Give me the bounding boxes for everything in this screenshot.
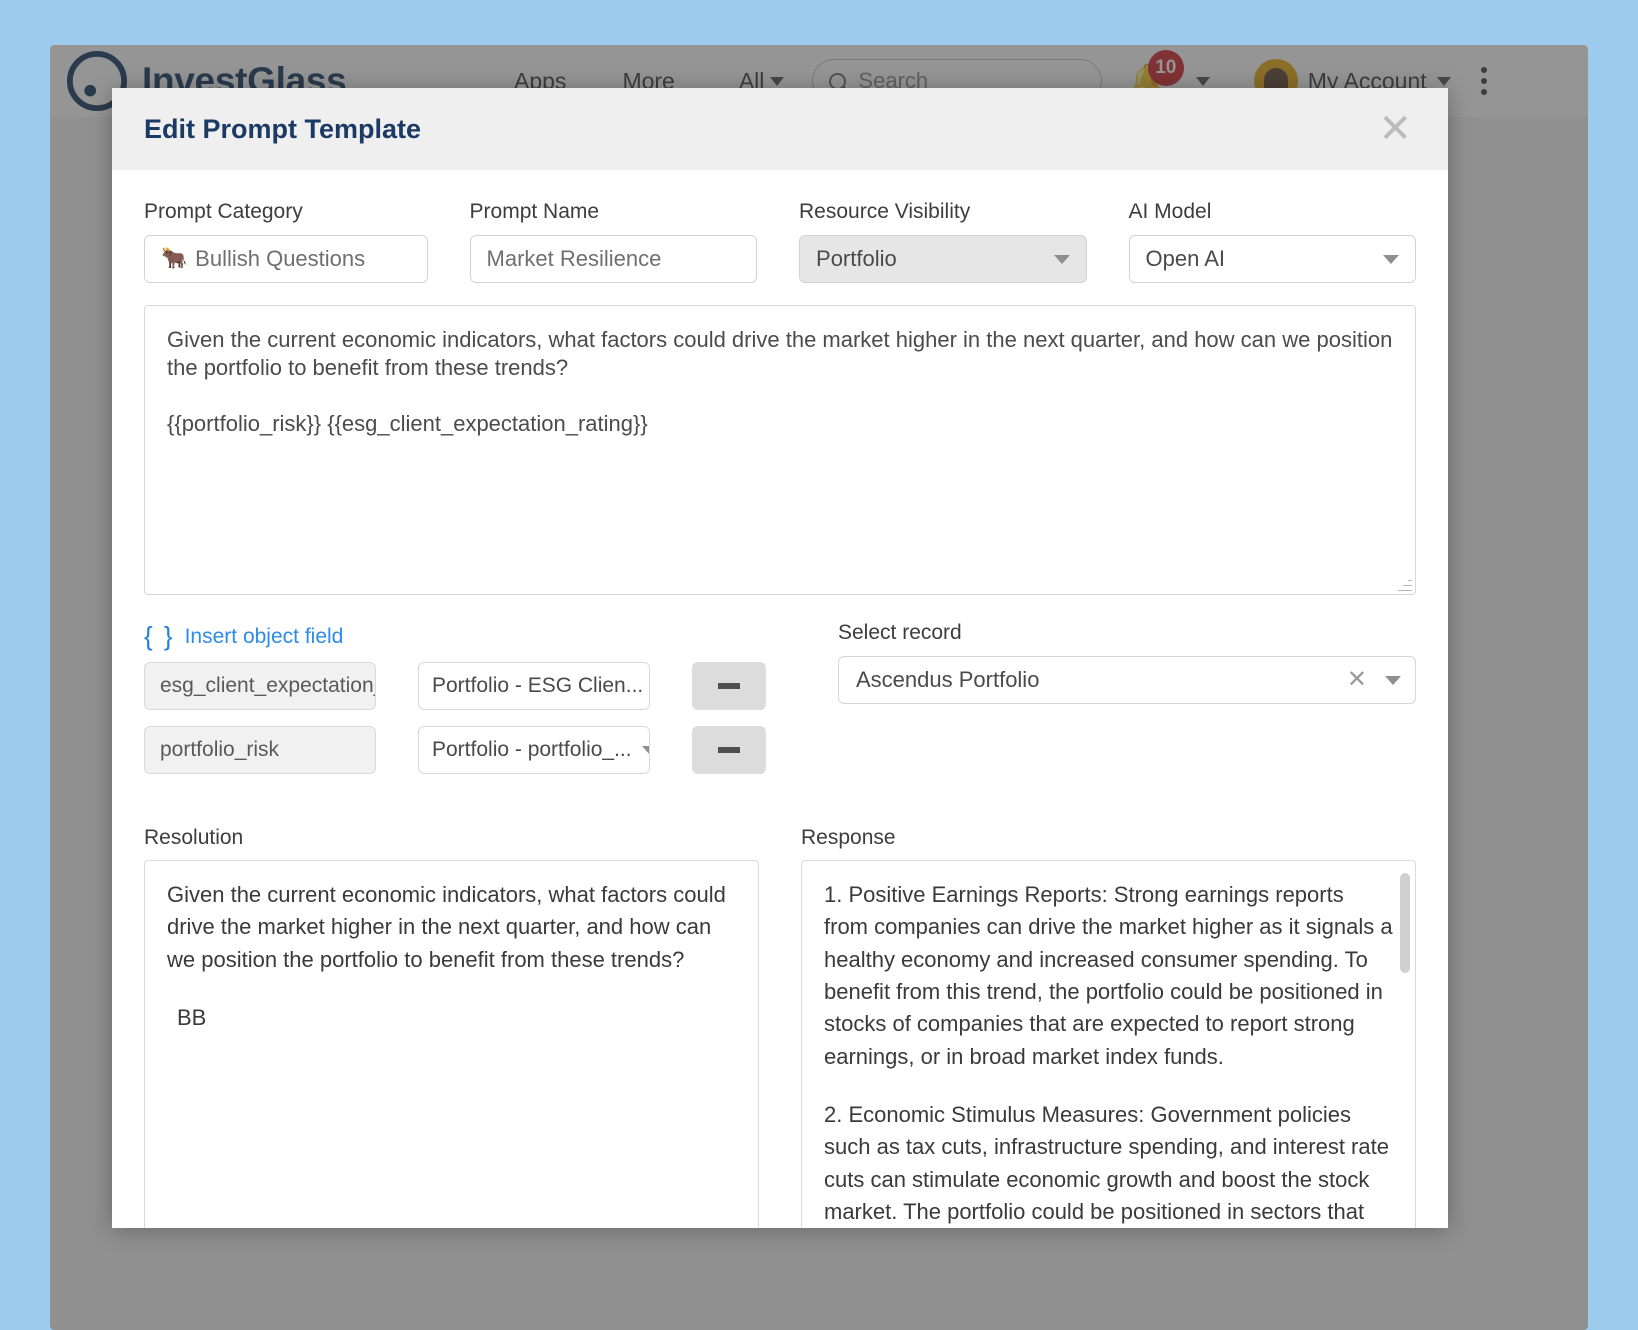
select-record-label: Select record	[838, 621, 1416, 645]
object-field-name-input[interactable]: esg_client_expectation_	[144, 662, 376, 710]
dialog-body: Prompt Category 🐂 Bullish Questions Prom…	[112, 170, 1448, 1228]
chevron-down-icon	[1054, 255, 1070, 264]
page-title: Edit Prompt Template	[144, 114, 421, 145]
response-paragraph: 2. Economic Stimulus Measures: Governmen…	[824, 1099, 1393, 1228]
field-resource-visibility: Resource Visibility Portfolio	[799, 200, 1086, 283]
chevron-down-icon	[1383, 255, 1399, 264]
ai-model-label: AI Model	[1129, 200, 1416, 224]
resource-visibility-label: Resource Visibility	[799, 200, 1086, 224]
insert-object-field-section: { } Insert object field esg_client_expec…	[144, 621, 804, 790]
resolution-panel: Resolution Given the current economic in…	[144, 826, 759, 1228]
close-icon[interactable]: ✕	[1374, 109, 1416, 149]
select-record-dropdown[interactable]: Ascendus Portfolio ✕	[838, 656, 1416, 704]
remove-object-field-button[interactable]	[692, 726, 766, 774]
field-prompt-category: Prompt Category 🐂 Bullish Questions	[144, 200, 428, 283]
resource-visibility-value: Portfolio	[816, 246, 897, 272]
response-box[interactable]: 1. Positive Earnings Reports: Strong ear…	[801, 860, 1416, 1228]
insert-object-field-label: Insert object field	[185, 625, 344, 649]
dialog-header: Edit Prompt Template ✕	[112, 88, 1448, 170]
prompt-category-value: Bullish Questions	[195, 246, 365, 272]
object-field-name-input[interactable]: portfolio_risk	[144, 726, 376, 774]
field-ai-model: AI Model Open AI	[1129, 200, 1416, 283]
curly-braces-icon: { }	[144, 621, 175, 652]
resolution-paragraph: Given the current economic indicators, w…	[167, 879, 736, 976]
prompt-template-textarea[interactable]: Given the current economic indicators, w…	[144, 305, 1416, 595]
ai-model-value: Open AI	[1146, 246, 1226, 272]
chevron-down-icon[interactable]	[1385, 676, 1401, 685]
object-field-row: portfolio_risk Portfolio - portfolio_...	[144, 726, 804, 774]
prompt-name-value: Market Resilience	[487, 246, 662, 272]
minus-icon	[718, 683, 740, 689]
response-paragraph: 1. Positive Earnings Reports: Strong ear…	[824, 879, 1393, 1073]
clear-x-icon[interactable]: ✕	[1347, 668, 1367, 692]
prompt-category-label: Prompt Category	[144, 200, 428, 224]
top-field-row: Prompt Category 🐂 Bullish Questions Prom…	[144, 200, 1416, 283]
minus-icon	[718, 747, 740, 753]
select-record-value: Ascendus Portfolio	[856, 667, 1039, 693]
field-prompt-name: Prompt Name Market Resilience	[470, 200, 757, 283]
resize-handle-icon[interactable]	[1398, 577, 1412, 591]
object-field-mapping-value: Portfolio - ESG Clien...	[432, 674, 643, 698]
response-label: Response	[801, 826, 1416, 850]
prompt-variables-text: {{portfolio_risk}} {{esg_client_expectat…	[167, 411, 1393, 437]
mid-section: { } Insert object field esg_client_expec…	[144, 621, 1416, 790]
resolution-label: Resolution	[144, 826, 759, 850]
prompt-category-input[interactable]: 🐂 Bullish Questions	[144, 235, 428, 283]
object-field-name-value: portfolio_risk	[160, 738, 279, 762]
insert-object-field-button[interactable]: { } Insert object field	[144, 621, 804, 652]
resource-visibility-select[interactable]: Portfolio	[799, 235, 1086, 283]
object-field-name-value: esg_client_expectation_	[160, 674, 376, 698]
object-field-mapping-select[interactable]: Portfolio - ESG Clien...	[418, 662, 650, 710]
prompt-body-text: Given the current economic indicators, w…	[167, 326, 1393, 381]
prompt-name-input[interactable]: Market Resilience	[470, 235, 757, 283]
object-field-row: esg_client_expectation_ Portfolio - ESG …	[144, 662, 804, 710]
bull-icon: 🐂	[161, 247, 187, 271]
prompt-name-label: Prompt Name	[470, 200, 757, 224]
resolution-paragraph: BB	[167, 1002, 736, 1034]
response-text: 1. Positive Earnings Reports: Strong ear…	[824, 879, 1393, 1228]
response-scrollbar-thumb[interactable]	[1400, 873, 1410, 973]
object-field-mapping-select[interactable]: Portfolio - portfolio_...	[418, 726, 650, 774]
object-field-mapping-value: Portfolio - portfolio_...	[432, 738, 632, 762]
bottom-section: Resolution Given the current economic in…	[144, 826, 1416, 1228]
remove-object-field-button[interactable]	[692, 662, 766, 710]
ai-model-select[interactable]: Open AI	[1129, 235, 1416, 283]
edit-prompt-template-dialog: Edit Prompt Template ✕ Prompt Category 🐂…	[112, 88, 1448, 1228]
chevron-down-icon	[642, 746, 650, 755]
select-record-section: Select record Ascendus Portfolio ✕	[838, 621, 1416, 790]
resolution-box[interactable]: Given the current economic indicators, w…	[144, 860, 759, 1228]
select-record-controls: ✕	[1347, 668, 1401, 692]
response-panel: Response 1. Positive Earnings Reports: S…	[801, 826, 1416, 1228]
resolution-text: Given the current economic indicators, w…	[167, 879, 736, 1034]
